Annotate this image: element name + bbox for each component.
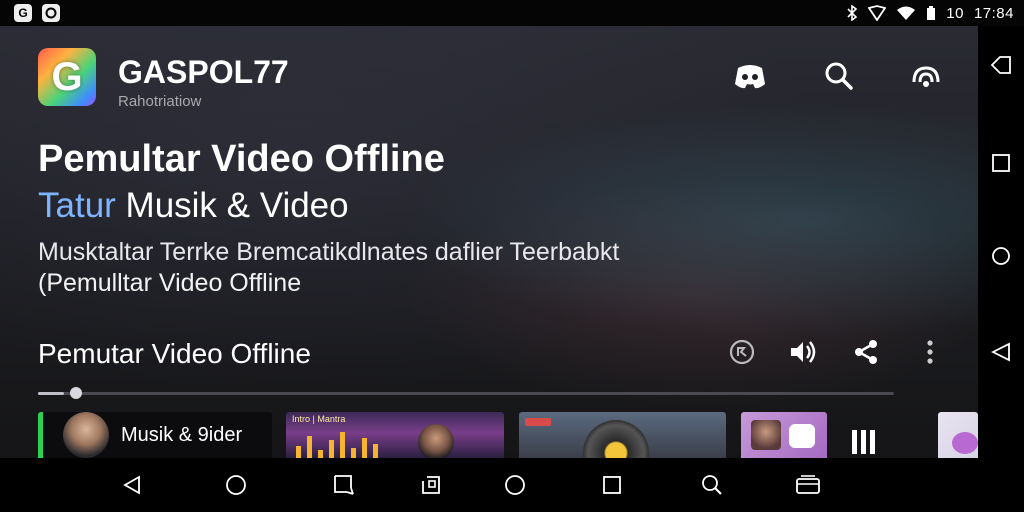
artist-avatar [63, 412, 109, 458]
performer-image [418, 424, 454, 458]
badge [525, 418, 551, 426]
share-icon[interactable] [850, 336, 882, 368]
g-notification-icon: G [14, 4, 32, 22]
volume-icon[interactable] [787, 336, 819, 368]
home-circle-icon[interactable] [502, 472, 528, 498]
recents-icon[interactable] [599, 472, 625, 498]
person-image [751, 420, 781, 450]
vinyl-graphic [583, 420, 649, 458]
hero-description-line-2: (Pemulltar Video Offline [38, 269, 302, 297]
hero-title: Pemultar Video Offline [38, 138, 445, 180]
thumbnail-music-video[interactable]: Musik & 9ider [38, 412, 272, 458]
app-name: GASPOL77 [118, 54, 289, 90]
hero-subtitle-highlight: Tatur [38, 186, 116, 225]
status-bar: G 10 17:84 [0, 0, 1024, 26]
thumbnail-caption: Intro | Mantra [292, 414, 346, 424]
thumbnail-graphic [952, 432, 978, 454]
discord-icon[interactable] [732, 58, 768, 94]
seek-bar[interactable] [38, 392, 894, 395]
thumbnail-partial[interactable] [938, 412, 978, 458]
circle-icon[interactable] [990, 245, 1012, 267]
player-title: Pemutar Video Offline [38, 338, 311, 369]
status-text-1: 10 [946, 4, 964, 22]
more-vert-icon[interactable] [914, 336, 946, 368]
app-subtitle: Rahotriatiow [118, 93, 202, 110]
clock: 17:84 [973, 4, 1014, 22]
crop-icon[interactable] [331, 472, 357, 498]
app-logo[interactable]: G [38, 48, 96, 106]
search-icon[interactable] [821, 58, 857, 94]
bluetooth-icon [847, 5, 858, 21]
app-notification-icon [42, 4, 60, 22]
back-outline-icon[interactable] [990, 54, 1012, 76]
chat-bubble-icon [789, 424, 815, 448]
replay-icon[interactable] [726, 336, 758, 368]
thumbnail-label: Musik & 9ider [121, 423, 243, 446]
home-icon[interactable] [223, 472, 249, 498]
seek-bar-handle[interactable] [70, 387, 82, 399]
thumbnail-chat[interactable] [741, 412, 827, 458]
pause-icon[interactable] [852, 430, 878, 454]
bottom-nav-bar [0, 458, 1024, 512]
square-icon[interactable] [990, 152, 1012, 174]
cast-icon[interactable] [908, 58, 944, 94]
hero-subtitle: Tatur Musik & Video [38, 186, 349, 226]
hero-subtitle-rest: Musik & Video [115, 186, 349, 225]
seek-bar-progress [38, 392, 64, 395]
back-triangle-icon[interactable] [990, 341, 1012, 363]
side-nav-rail [978, 26, 1024, 458]
search-nav-icon[interactable] [699, 472, 725, 498]
thumbnail-headphones[interactable] [519, 412, 726, 458]
hero-description-line-1: Musktaltar Terrke Bremcatikdlnates dafli… [38, 238, 620, 266]
equalizer-graphic [296, 428, 494, 458]
screenshot-icon[interactable] [418, 472, 444, 498]
battery-icon [927, 6, 936, 20]
back-icon[interactable] [119, 472, 145, 498]
wifi-icon [897, 6, 916, 20]
app-main: G GASPOL77 Rahotriatiow Pemultar Video O… [0, 26, 978, 458]
shield-icon [868, 5, 887, 21]
logo-letter: G [51, 54, 83, 99]
keyboard-icon[interactable] [795, 472, 821, 498]
thumbnail-concert[interactable]: Intro | Mantra [286, 412, 504, 458]
